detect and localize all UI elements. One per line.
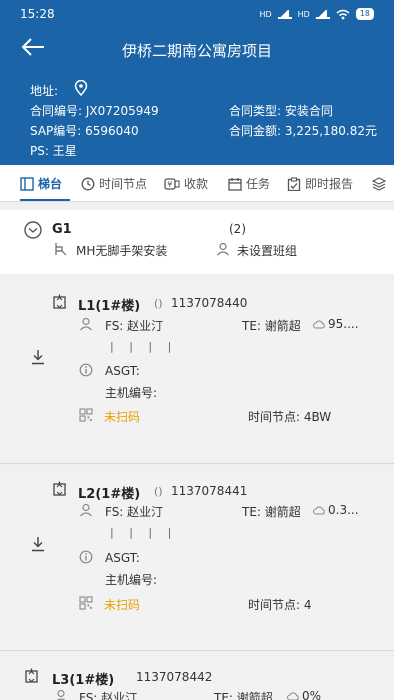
payment-icon: ¥ (164, 177, 180, 190)
host-number-label: 主机编号: (105, 573, 158, 587)
tab-more[interactable] (372, 165, 386, 202)
tab-time-node[interactable]: 时间节点 (81, 165, 147, 202)
list-item[interactable]: L3(1#楼) 1137078442 FS: 赵业汀 TE: 谢箭超 0% (0, 658, 394, 700)
fs-name: FS: 赵业汀 (79, 691, 138, 700)
step-bars: | | | | (110, 340, 178, 353)
tab-bar: 梯台 时间节点 ¥ 收款 任务 即时报告 (0, 165, 394, 202)
tab-label: 收款 (184, 177, 209, 191)
tab-payment[interactable]: ¥ 收款 (164, 165, 208, 202)
status-icons: HD HD 18 (259, 8, 374, 20)
tab-instant-report[interactable]: 即时报告 (287, 165, 353, 202)
svg-text:¥: ¥ (167, 180, 172, 189)
info-icon (79, 550, 93, 564)
te-name: TE: 谢箭超 (242, 319, 301, 333)
tab-elevator[interactable]: 梯台 (20, 165, 62, 202)
scaffold-type: MH无脚手架安装 (76, 244, 168, 258)
tab-label: 时间节点 (99, 177, 148, 191)
person-icon (217, 242, 229, 256)
status-time: 15:28 (20, 7, 55, 21)
qr-code-icon (79, 596, 93, 610)
unit-paren: () (154, 297, 163, 310)
fs-name: FS: 赵业汀 (105, 319, 164, 333)
unit-name: L2(1#楼) (78, 487, 141, 502)
list-item[interactable]: L1(1#楼) () 1137078440 FS: 赵业汀 TE: 谢箭超 95… (0, 282, 394, 464)
progress-value: 0.3... (328, 503, 359, 517)
tab-label: 即时报告 (305, 177, 354, 191)
wifi-icon (336, 9, 350, 19)
person-icon (56, 689, 66, 700)
network-label-2: HD (297, 9, 310, 19)
header: 15:28 HD HD 18 伊桥二期南公寓房项目 地址: 合同编号: JX07… (0, 0, 394, 165)
elevator-unit-icon (53, 481, 66, 496)
status-bar: 15:28 HD HD 18 (0, 0, 394, 28)
unit-name: L1(1#楼) (78, 299, 141, 314)
download-icon[interactable] (30, 349, 46, 365)
unit-code: 1137078441 (171, 484, 248, 498)
group-name: G1 (52, 222, 72, 237)
group-count: (2) (229, 222, 246, 236)
active-tab-indicator (20, 199, 70, 201)
location-pin-icon[interactable] (74, 80, 88, 96)
progress-value: 95.... (328, 317, 359, 331)
te-name: TE: 谢箭超 (214, 691, 273, 700)
progress-value: 0% (302, 689, 322, 700)
asgt-label: ASGT: (105, 364, 140, 378)
cloud-icon (287, 692, 299, 700)
info-icon (79, 363, 93, 377)
host-number-label: 主机编号: (105, 386, 158, 400)
group-card[interactable]: G1 (2) MH无脚手架安装 未设置班组 (0, 210, 394, 274)
clock-icon (81, 177, 95, 190)
calendar-icon (228, 177, 242, 191)
scaffold-icon (55, 243, 67, 256)
layers-icon (372, 176, 386, 191)
tab-label: 梯台 (38, 177, 63, 191)
elevator-icon (20, 176, 34, 191)
scan-status: 未扫码 (104, 598, 141, 612)
tab-tasks[interactable]: 任务 (228, 165, 270, 202)
elevator-unit-icon (25, 668, 38, 683)
signal-icon (315, 9, 330, 19)
tab-label: 任务 (246, 177, 271, 191)
cloud-icon (313, 506, 325, 515)
unit-paren: () (154, 485, 163, 498)
contract-type: 合同类型: 安装合同 (229, 104, 333, 118)
te-name: TE: 谢箭超 (242, 505, 301, 519)
page-title: 伊桥二期南公寓房项目 (121, 42, 272, 60)
elevator-unit-icon (53, 294, 66, 309)
qr-code-icon (79, 408, 93, 422)
asgt-label: ASGT: (105, 551, 140, 565)
download-icon[interactable] (30, 536, 46, 552)
time-node: 时间节点: 4 (248, 598, 312, 612)
signal-icon (277, 9, 292, 19)
battery-icon: 18 (355, 8, 374, 20)
team-status: 未设置班组 (237, 244, 298, 258)
scan-status: 未扫码 (104, 410, 141, 424)
unit-code: 1137078440 (171, 296, 248, 310)
list-item[interactable]: L2(1#楼) () 1137078441 FS: 赵业汀 TE: 谢箭超 0.… (0, 471, 394, 651)
step-bars: | | | | (110, 526, 178, 539)
contract-amount: 合同金额: 3,225,180.82元 (229, 124, 378, 138)
ps-name: PS: 王星 (30, 144, 77, 158)
person-icon (80, 317, 92, 331)
time-node: 时间节点: 4BW (248, 410, 332, 424)
person-icon (80, 503, 92, 517)
contract-number: 合同编号: JX07205949 (30, 104, 159, 118)
fs-name: FS: 赵业汀 (105, 505, 164, 519)
network-label-1: HD (259, 9, 272, 19)
clipboard-icon (287, 176, 301, 191)
unit-code: 1137078442 (136, 670, 213, 684)
collapse-chevron-icon[interactable] (24, 221, 42, 239)
sap-number: SAP编号: 6596040 (30, 124, 139, 138)
cloud-icon (313, 320, 325, 329)
address-label: 地址: (30, 84, 59, 98)
unit-name: L3(1#楼) (52, 673, 115, 688)
